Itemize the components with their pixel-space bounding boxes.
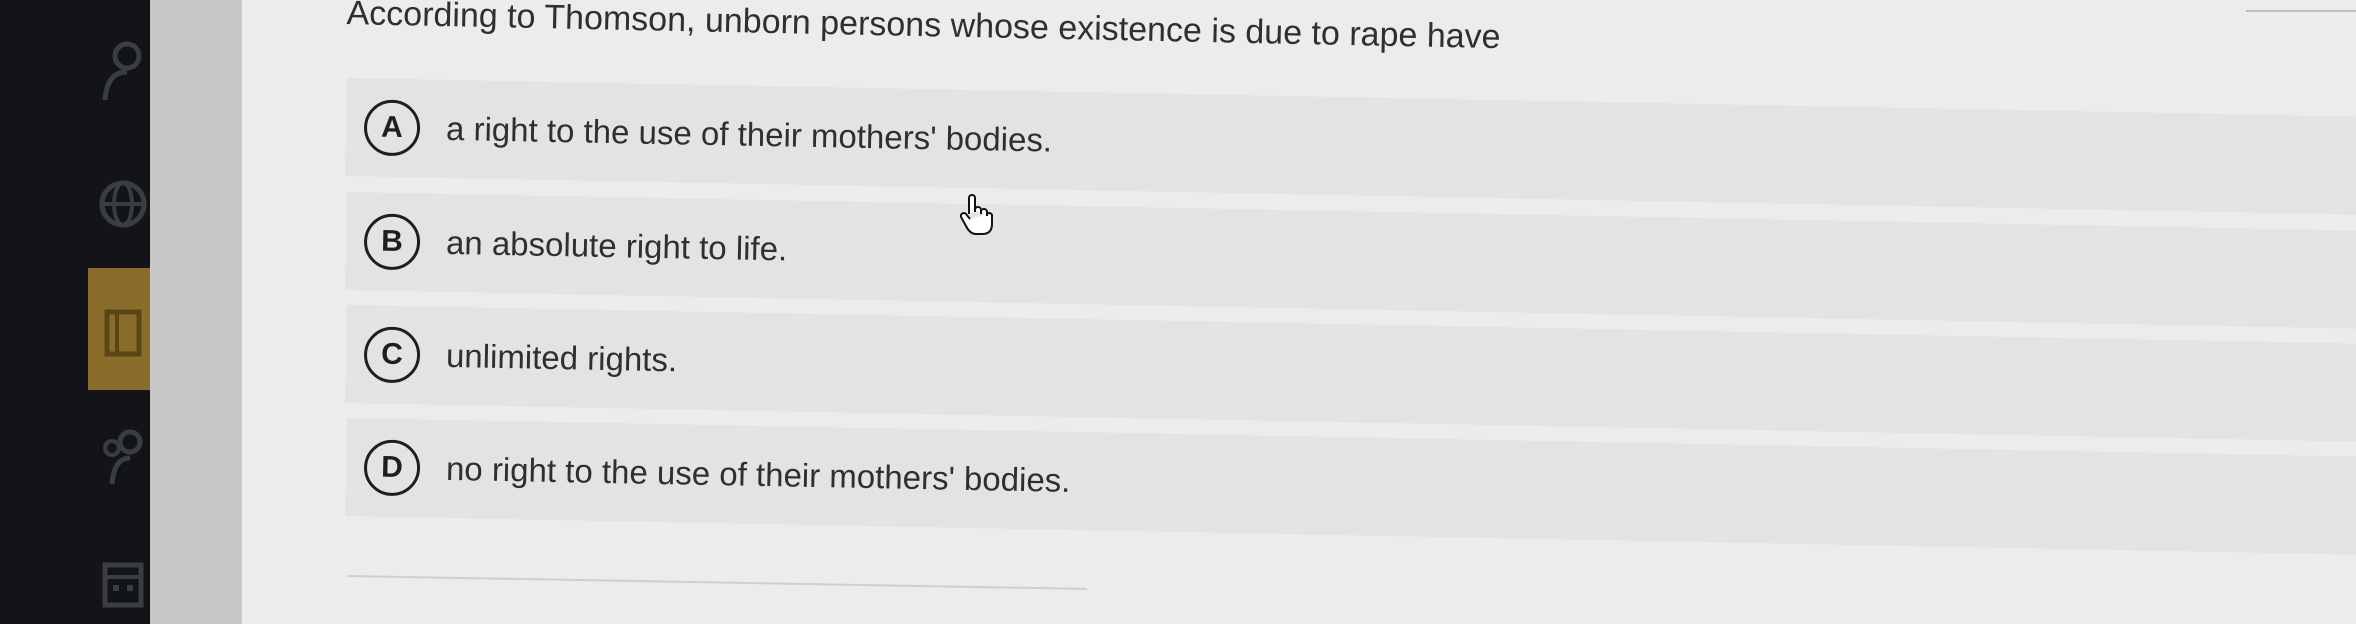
option-letter-b: B	[363, 213, 421, 271]
hand-cursor-icon	[958, 192, 994, 236]
option-text-b: an absolute right to life.	[445, 223, 788, 268]
calendar-icon[interactable]	[95, 556, 151, 612]
book-icon[interactable]	[95, 305, 151, 361]
option-letter-a: A	[363, 99, 421, 157]
option-letter-d: D	[363, 439, 421, 497]
question-text: According to Thomson, unborn persons who…	[346, 0, 1501, 57]
option-d[interactable]: D no right to the use of their mothers' …	[345, 418, 2356, 557]
option-text-a: a right to the use of their mothers' bod…	[445, 109, 1053, 159]
people-icon[interactable]	[95, 428, 151, 484]
globe-icon[interactable]	[95, 176, 151, 232]
person-icon[interactable]	[95, 41, 151, 100]
option-c[interactable]: C unlimited rights.	[345, 305, 2356, 444]
left-sidebar	[0, 0, 150, 624]
option-a[interactable]: A a right to the use of their mothers' b…	[345, 78, 2356, 217]
option-letter-c: C	[363, 326, 421, 384]
option-text-d: no right to the use of their mothers' bo…	[445, 449, 1071, 499]
option-text-c: unlimited rights.	[445, 336, 678, 379]
option-b[interactable]: B an absolute right to life.	[345, 192, 2356, 331]
top-divider	[2246, 0, 2356, 12]
sidebar-gutter	[150, 0, 242, 624]
bottom-divider	[346, 575, 1087, 590]
question-panel: According to Thomson, unborn persons who…	[242, 0, 2356, 624]
